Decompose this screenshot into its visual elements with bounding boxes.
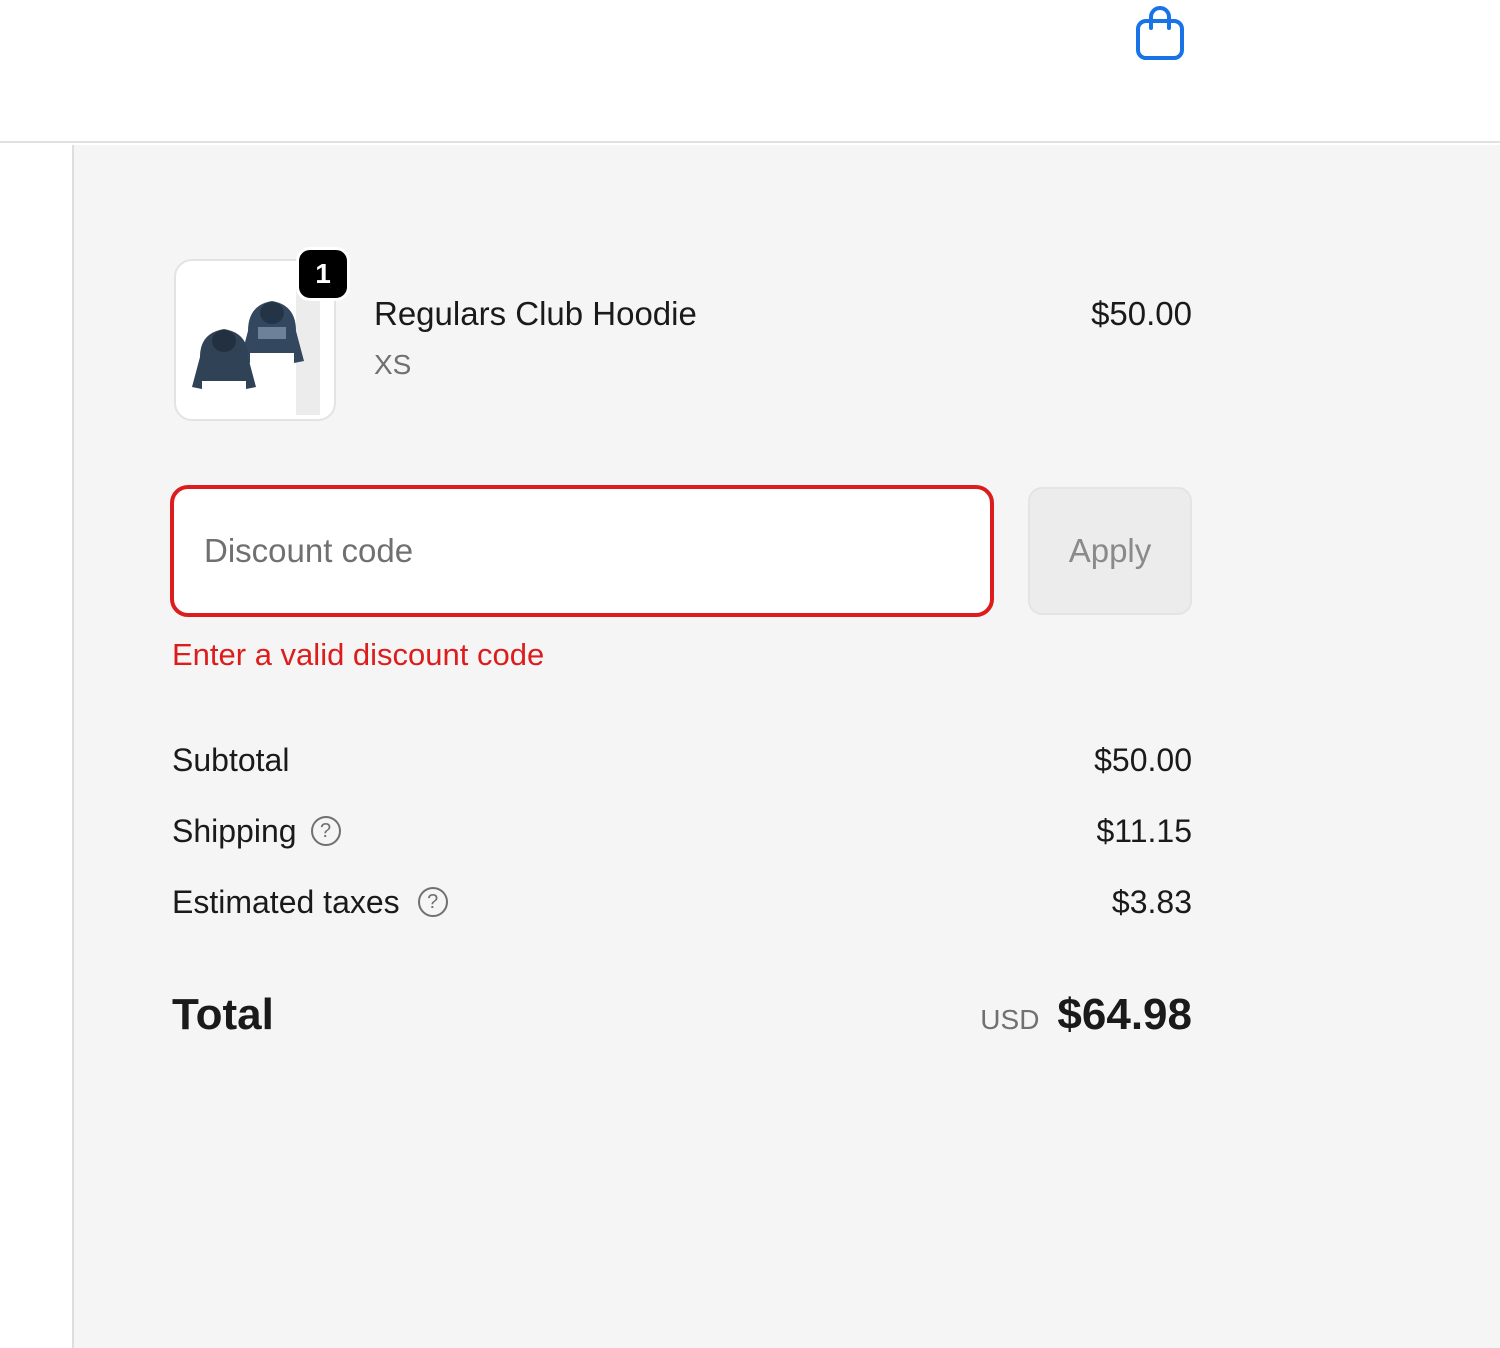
discount-code-input[interactable] bbox=[170, 485, 994, 617]
product-name: Regulars Club Hoodie bbox=[374, 295, 697, 332]
taxes-row: Estimated taxes ? $3.83 bbox=[172, 882, 1192, 922]
main-column bbox=[0, 145, 72, 1348]
product-variant: XS bbox=[374, 349, 412, 380]
shipping-value: $11.15 bbox=[1096, 812, 1193, 849]
shopping-bag-icon bbox=[1136, 6, 1184, 60]
shipping-label: Shipping bbox=[172, 812, 297, 849]
total-row: Total USD $64.98 bbox=[172, 985, 1192, 1045]
currency-code: USD bbox=[980, 1004, 1040, 1035]
order-summary: 1 Regulars Club Hoodie XS $50.00 Apply E… bbox=[72, 145, 1500, 1348]
cart-button[interactable] bbox=[1130, 2, 1190, 64]
discount-error-message: Enter a valid discount code bbox=[172, 637, 545, 672]
apply-button[interactable]: Apply bbox=[1028, 487, 1192, 615]
subtotal-row: Subtotal $50.00 bbox=[172, 740, 1192, 780]
question-circle-icon[interactable]: ? bbox=[310, 816, 341, 846]
total-amount: USD $64.98 bbox=[980, 990, 1192, 1040]
checkout-header bbox=[0, 0, 1500, 143]
question-circle-icon[interactable]: ? bbox=[417, 887, 448, 917]
quantity-badge: 1 bbox=[296, 247, 350, 301]
total-value: $64.98 bbox=[1057, 990, 1192, 1039]
taxes-value: $3.83 bbox=[1111, 883, 1192, 920]
subtotal-value: $50.00 bbox=[1094, 741, 1192, 778]
subtotal-label: Subtotal bbox=[172, 741, 290, 778]
total-label: Total bbox=[172, 990, 274, 1039]
product-price: $50.00 bbox=[1091, 295, 1192, 332]
taxes-label: Estimated taxes bbox=[172, 883, 400, 920]
shipping-row: Shipping ? $11.15 bbox=[172, 811, 1192, 851]
